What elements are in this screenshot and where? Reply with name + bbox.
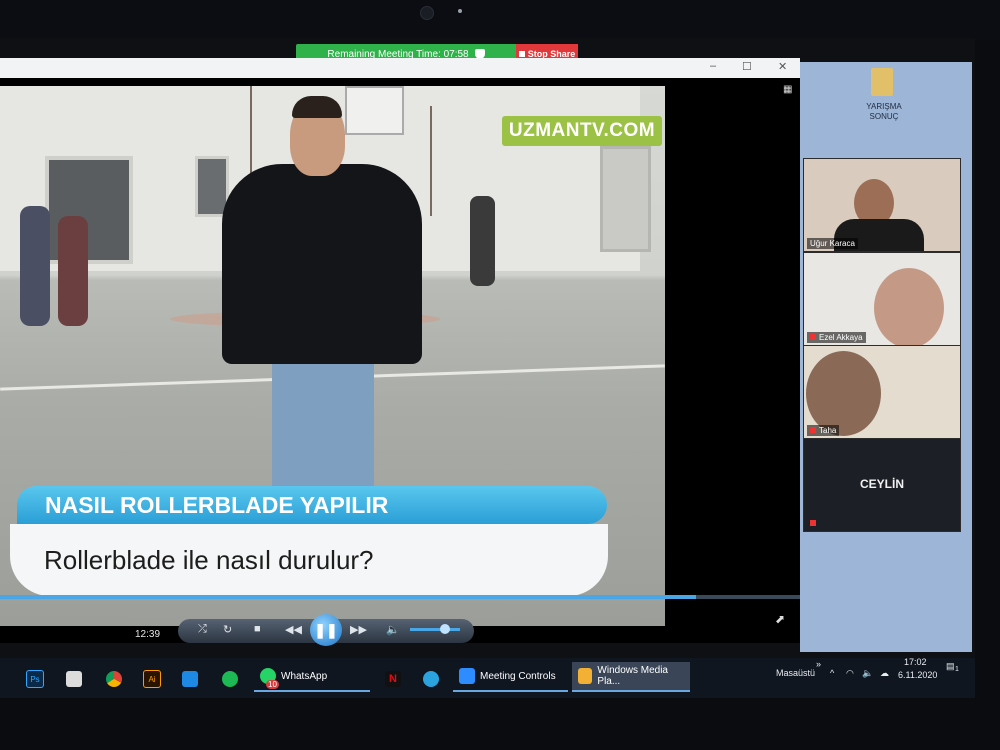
taskbar-app-media-player[interactable]: Windows Media Pla... bbox=[572, 662, 690, 692]
clock-time[interactable]: 17:02 bbox=[904, 657, 927, 667]
previous-icon[interactable]: ◀◀ bbox=[285, 623, 302, 636]
video-banner-subtitle: Rollerblade ile nasıl durulur? bbox=[10, 524, 608, 596]
repeat-icon[interactable]: ↻ bbox=[223, 623, 232, 636]
zoom-icon bbox=[459, 668, 475, 684]
store-icon[interactable] bbox=[66, 670, 82, 688]
notification-badge: 10 bbox=[266, 680, 279, 689]
participant-name: Uğur Karaca bbox=[807, 238, 858, 249]
wifi-icon[interactable]: ◠ bbox=[846, 668, 854, 679]
speaker-icon[interactable]: 🔈 bbox=[862, 668, 873, 679]
chrome-icon[interactable] bbox=[106, 670, 122, 688]
webcam-light-icon bbox=[458, 9, 462, 13]
spotify-icon[interactable] bbox=[222, 670, 238, 688]
mic-muted-icon bbox=[810, 520, 816, 526]
seek-progress bbox=[0, 595, 696, 599]
tray-up-icon[interactable]: ^ bbox=[830, 668, 834, 678]
participant-name-tag: Ezel Akkaya bbox=[807, 332, 866, 343]
webcam-icon bbox=[420, 6, 434, 20]
participant-tile[interactable]: CEYLİN bbox=[803, 438, 961, 532]
participant-tile[interactable]: Taha bbox=[803, 345, 961, 439]
presenter-hair bbox=[292, 96, 342, 118]
presenter-hoodie bbox=[222, 164, 422, 364]
desktop-icon-label: YARIŞMA SONUÇ bbox=[866, 102, 902, 121]
fullscreen-icon[interactable]: ⬈ bbox=[775, 612, 785, 626]
close-icon[interactable]: ✕ bbox=[778, 60, 787, 73]
presenter-jeans bbox=[272, 361, 374, 491]
participant-tile[interactable]: Uğur Karaca bbox=[803, 158, 961, 252]
minimize-icon[interactable]: – bbox=[710, 60, 716, 72]
netflix-icon[interactable]: N bbox=[385, 670, 401, 688]
mic-muted-icon bbox=[810, 427, 816, 433]
cloud-icon[interactable]: ☁ bbox=[880, 668, 889, 679]
taskbar-app-label: WhatsApp bbox=[281, 670, 328, 682]
participant-name: Ezel Akkaya bbox=[819, 333, 863, 342]
stop-icon bbox=[518, 51, 525, 57]
maximize-icon[interactable]: ☐ bbox=[742, 60, 752, 73]
stop-icon[interactable]: ■ bbox=[254, 623, 261, 635]
video-frame[interactable]: UZMANTV.COM NASIL ROLLERBLADE YAPILIR Ro… bbox=[0, 86, 665, 626]
media-player-icon bbox=[578, 668, 593, 684]
person-image bbox=[58, 216, 88, 326]
participant-name-tag: Taha bbox=[807, 425, 840, 436]
video-scenery bbox=[600, 146, 651, 252]
telegram-icon[interactable] bbox=[423, 670, 439, 688]
desktop-toolbar-label[interactable]: Masaüstü bbox=[776, 668, 815, 678]
shuffle-icon[interactable]: ⤮ bbox=[198, 623, 207, 636]
volume-icon[interactable]: 🔈 bbox=[386, 623, 400, 636]
folder-icon[interactable] bbox=[871, 68, 893, 96]
mic-muted-icon bbox=[810, 334, 816, 340]
channel-logo: UZMANTV.COM bbox=[502, 116, 662, 146]
view-grid-icon[interactable]: ▦ bbox=[783, 84, 792, 95]
person-image bbox=[20, 206, 50, 326]
participant-video bbox=[874, 268, 944, 345]
participant-name: CEYLİN bbox=[859, 477, 904, 491]
taskbar-app-label: Meeting Controls bbox=[480, 670, 556, 682]
clock-date[interactable]: 6.11.2020 bbox=[898, 670, 937, 680]
pause-button[interactable]: ❚❚ bbox=[310, 614, 342, 646]
illustrator-icon[interactable]: Ai bbox=[143, 670, 161, 688]
person-image bbox=[470, 196, 495, 286]
taskbar-app-meeting-controls[interactable]: Meeting Controls bbox=[453, 662, 568, 692]
player-titlebar[interactable] bbox=[0, 58, 800, 78]
next-icon[interactable]: ▶▶ bbox=[350, 623, 367, 636]
pause-icon: ❚❚ bbox=[314, 621, 338, 638]
notification-icon[interactable]: ▤ bbox=[946, 661, 955, 672]
volume-knob[interactable] bbox=[440, 624, 450, 634]
notification-count: 1 bbox=[955, 666, 959, 673]
photoshop-icon[interactable]: Ps bbox=[26, 670, 44, 688]
participant-tile[interactable]: Ezel Akkaya bbox=[803, 252, 961, 346]
video-banner-title: NASIL ROLLERBLADE YAPILIR bbox=[17, 486, 607, 524]
participant-video bbox=[806, 351, 881, 436]
monitor-bezel bbox=[0, 0, 1000, 40]
participant-name: Taha bbox=[819, 426, 837, 435]
tree-image bbox=[430, 106, 432, 216]
elapsed-time: 12:39 bbox=[135, 629, 161, 640]
volume-slider[interactable] bbox=[410, 628, 460, 631]
taskbar-app-label: Windows Media Pla... bbox=[597, 665, 668, 687]
toolbar-expand-icon[interactable]: » bbox=[816, 659, 821, 669]
basketball-hoop-image bbox=[345, 86, 404, 135]
mail-icon[interactable] bbox=[182, 670, 198, 688]
participant-mute-tag bbox=[807, 518, 822, 529]
seek-bar[interactable] bbox=[0, 595, 800, 599]
